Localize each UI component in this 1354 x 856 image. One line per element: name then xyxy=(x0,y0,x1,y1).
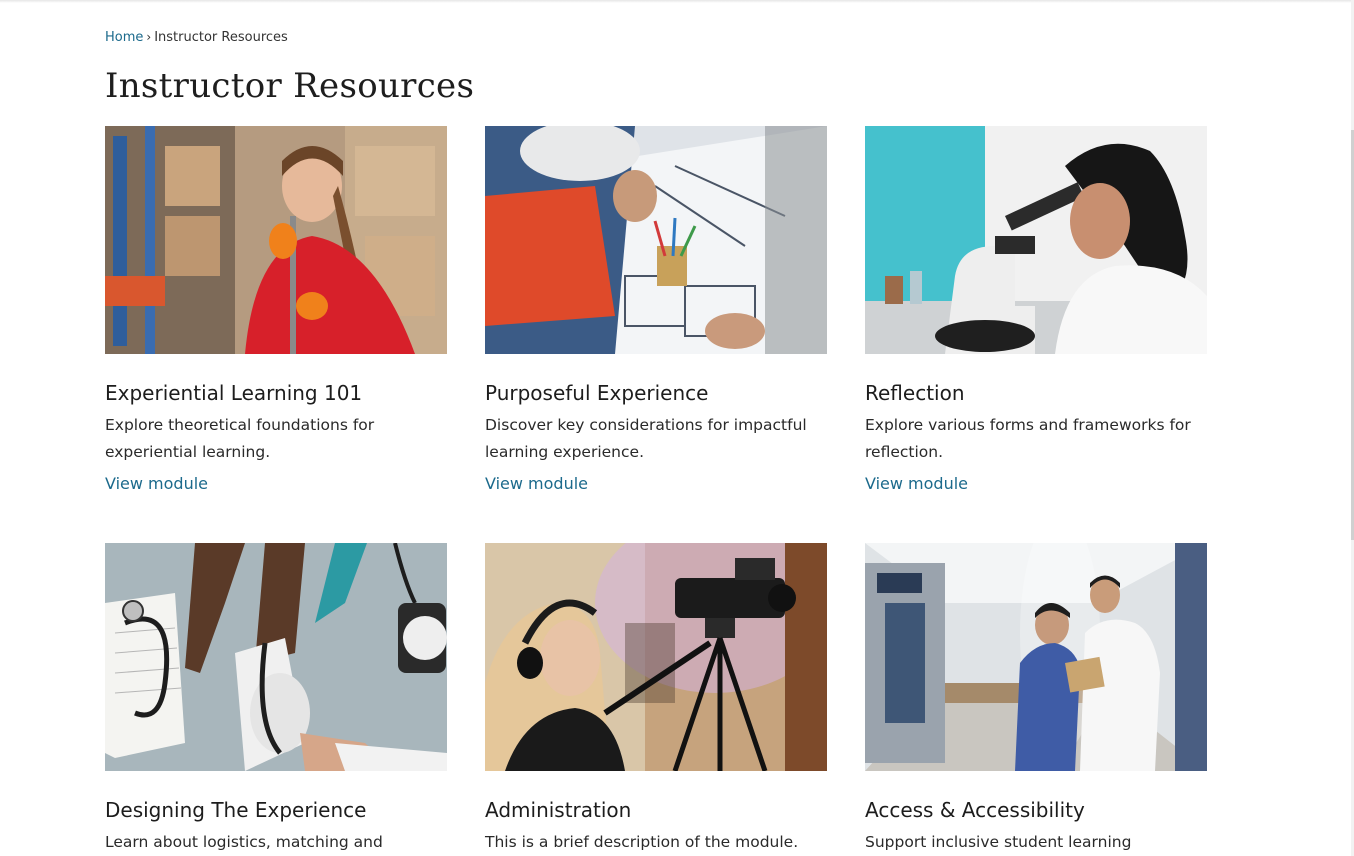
view-module-link[interactable]: View module xyxy=(865,474,968,494)
card-description: Support inclusive student learning xyxy=(865,833,1132,851)
page-title: Instructor Resources xyxy=(105,66,475,106)
module-card: Reflection Explore various forms and fra… xyxy=(865,126,1207,494)
page: Home › Instructor Resources Instructor Res… xyxy=(0,0,1354,856)
breadcrumb-home-link[interactable]: Home xyxy=(105,30,143,45)
card-image-video-camera[interactable] xyxy=(485,543,827,771)
architect-blueprints-photo xyxy=(485,126,827,354)
card-title: Access & Accessibility xyxy=(865,798,1085,822)
view-module-link[interactable]: View module xyxy=(105,474,208,494)
card-description: Learn about logistics, matching and xyxy=(105,833,383,851)
lab-microscope-photo xyxy=(865,126,1207,354)
card-image-blood-pressure[interactable] xyxy=(105,543,447,771)
header-shadow xyxy=(0,0,1354,3)
card-title: Experiential Learning 101 xyxy=(105,381,363,405)
card-image-lab-microscope[interactable] xyxy=(865,126,1207,354)
view-module-link[interactable]: View module xyxy=(485,474,588,494)
module-card: Access & Accessibility Support inclusive… xyxy=(865,543,1207,856)
card-title: Administration xyxy=(485,798,632,822)
module-card: Experiential Learning 101 Explore theore… xyxy=(105,126,447,494)
card-title: Reflection xyxy=(865,381,965,405)
module-card: Purposeful Experience Discover key consi… xyxy=(485,126,827,494)
card-description: Explore theoretical foundations for expe… xyxy=(105,416,375,461)
module-card: Administration This is a brief descripti… xyxy=(485,543,827,856)
warehouse-worker-photo xyxy=(105,126,447,354)
breadcrumb: Home › Instructor Resources xyxy=(105,29,288,46)
hospital-hallway-photo xyxy=(865,543,1207,771)
blood-pressure-photo xyxy=(105,543,447,771)
card-title: Purposeful Experience xyxy=(485,381,709,405)
module-card: Designing The Experience Learn about log… xyxy=(105,543,447,856)
breadcrumb-current: Instructor Resources xyxy=(154,30,288,45)
card-image-hospital-hallway[interactable] xyxy=(865,543,1207,771)
card-title: Designing The Experience xyxy=(105,798,367,822)
breadcrumb-separator: › xyxy=(146,30,152,44)
card-description: Explore various forms and frameworks for… xyxy=(865,416,1191,461)
card-image-architect-blueprints[interactable] xyxy=(485,126,827,354)
card-image-warehouse-worker[interactable] xyxy=(105,126,447,354)
video-camera-photo xyxy=(485,543,827,771)
card-description: This is a brief description of the modul… xyxy=(485,833,799,851)
card-description: Discover key considerations for impactfu… xyxy=(485,416,807,461)
